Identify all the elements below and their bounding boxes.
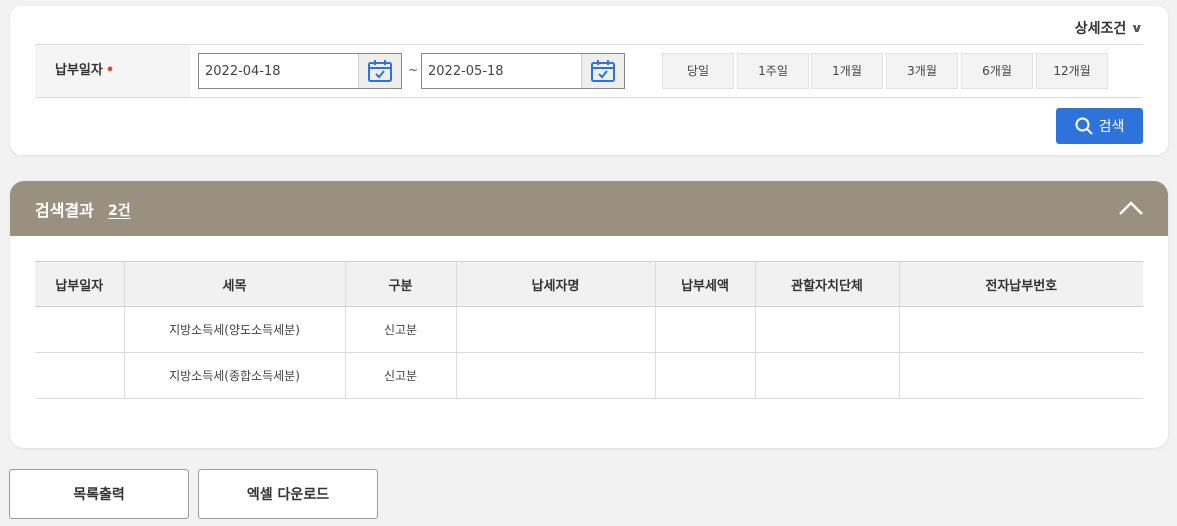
period-today-button[interactable]: 당일 (662, 53, 734, 89)
search-button-label: 검색 (1098, 119, 1125, 135)
col-jurisdiction: 관할자치단체 (755, 261, 900, 307)
excel-download-button[interactable]: 엑셀 다운로드 (198, 469, 378, 519)
cell-jurisdiction (755, 306, 900, 353)
period-12month-button[interactable]: 12개월 (1036, 53, 1108, 89)
start-date-input[interactable] (199, 54, 359, 88)
calendar-icon (591, 60, 615, 82)
results-header: 검색결과 2건 (10, 181, 1168, 236)
print-list-button[interactable]: 목록출력 (9, 469, 189, 519)
calendar-icon (368, 60, 392, 82)
search-icon (1075, 117, 1093, 135)
date-separator: ~ (408, 63, 419, 77)
col-payment-amount: 납부세액 (655, 261, 756, 307)
search-button[interactable]: 검색 (1056, 108, 1143, 144)
chevron-down-icon: ∨ (1130, 21, 1144, 35)
cell-electronic-payment-no (899, 352, 1143, 399)
cell-tax-item: 지방소득세(종합소득세분) (124, 352, 346, 399)
detail-toggle-label: 상세조건 (1074, 21, 1127, 37)
cell-payment-amount (655, 306, 756, 353)
end-date-input[interactable] (422, 54, 582, 88)
collapse-results-button[interactable] (1116, 195, 1146, 221)
search-panel: 상세조건 ∨ 납부일자• ~ (10, 6, 1168, 155)
results-table: 납부일자 세목 구분 납세자명 납부세액 관할자치단체 전자납부번호 지방소득세… (35, 261, 1143, 399)
table-row[interactable]: 지방소득세(양도소득세분) 신고분 (35, 306, 1143, 353)
required-mark: • (105, 63, 115, 78)
cell-electronic-payment-no (899, 306, 1143, 353)
end-date-field (421, 53, 625, 89)
chevron-up-icon (1119, 201, 1143, 215)
date-label-text: 납부일자 (55, 63, 103, 78)
start-calendar-button[interactable] (358, 54, 401, 88)
start-date-field (198, 53, 402, 89)
table-header-row: 납부일자 세목 구분 납세자명 납부세액 관할자치단체 전자납부번호 (35, 261, 1143, 307)
col-category: 구분 (345, 261, 457, 307)
cell-tax-item: 지방소득세(양도소득세분) (124, 306, 346, 353)
cell-jurisdiction (755, 352, 900, 399)
period-3month-button[interactable]: 3개월 (886, 53, 958, 89)
cell-payment-date (35, 352, 125, 399)
period-1month-button[interactable]: 1개월 (811, 53, 883, 89)
cell-taxpayer-name (456, 352, 656, 399)
detail-conditions-toggle[interactable]: 상세조건 ∨ (1074, 18, 1144, 38)
period-1week-button[interactable]: 1주일 (737, 53, 809, 89)
cell-taxpayer-name (456, 306, 656, 353)
end-calendar-button[interactable] (581, 54, 624, 88)
cell-payment-date (35, 306, 125, 353)
cell-category: 신고분 (345, 306, 457, 353)
col-taxpayer-name: 납세자명 (456, 261, 656, 307)
date-search-row: 납부일자• ~ (35, 44, 1143, 98)
cell-payment-amount (655, 352, 756, 399)
period-6month-button[interactable]: 6개월 (961, 53, 1033, 89)
date-label: 납부일자 • (35, 45, 190, 97)
results-count: 2건 (108, 203, 131, 219)
col-tax-item: 세목 (124, 261, 346, 307)
table-row[interactable]: 지방소득세(종합소득세분) 신고분 (35, 352, 1143, 399)
col-payment-date: 납부일자 (35, 261, 125, 307)
col-electronic-payment-no: 전자납부번호 (899, 261, 1143, 307)
results-title: 검색결과 (35, 201, 94, 220)
results-panel: 검색결과 2건 납부일자 세목 구분 납세자명 납부세액 관할자치단체 전자납부… (10, 181, 1168, 448)
cell-category: 신고분 (345, 352, 457, 399)
